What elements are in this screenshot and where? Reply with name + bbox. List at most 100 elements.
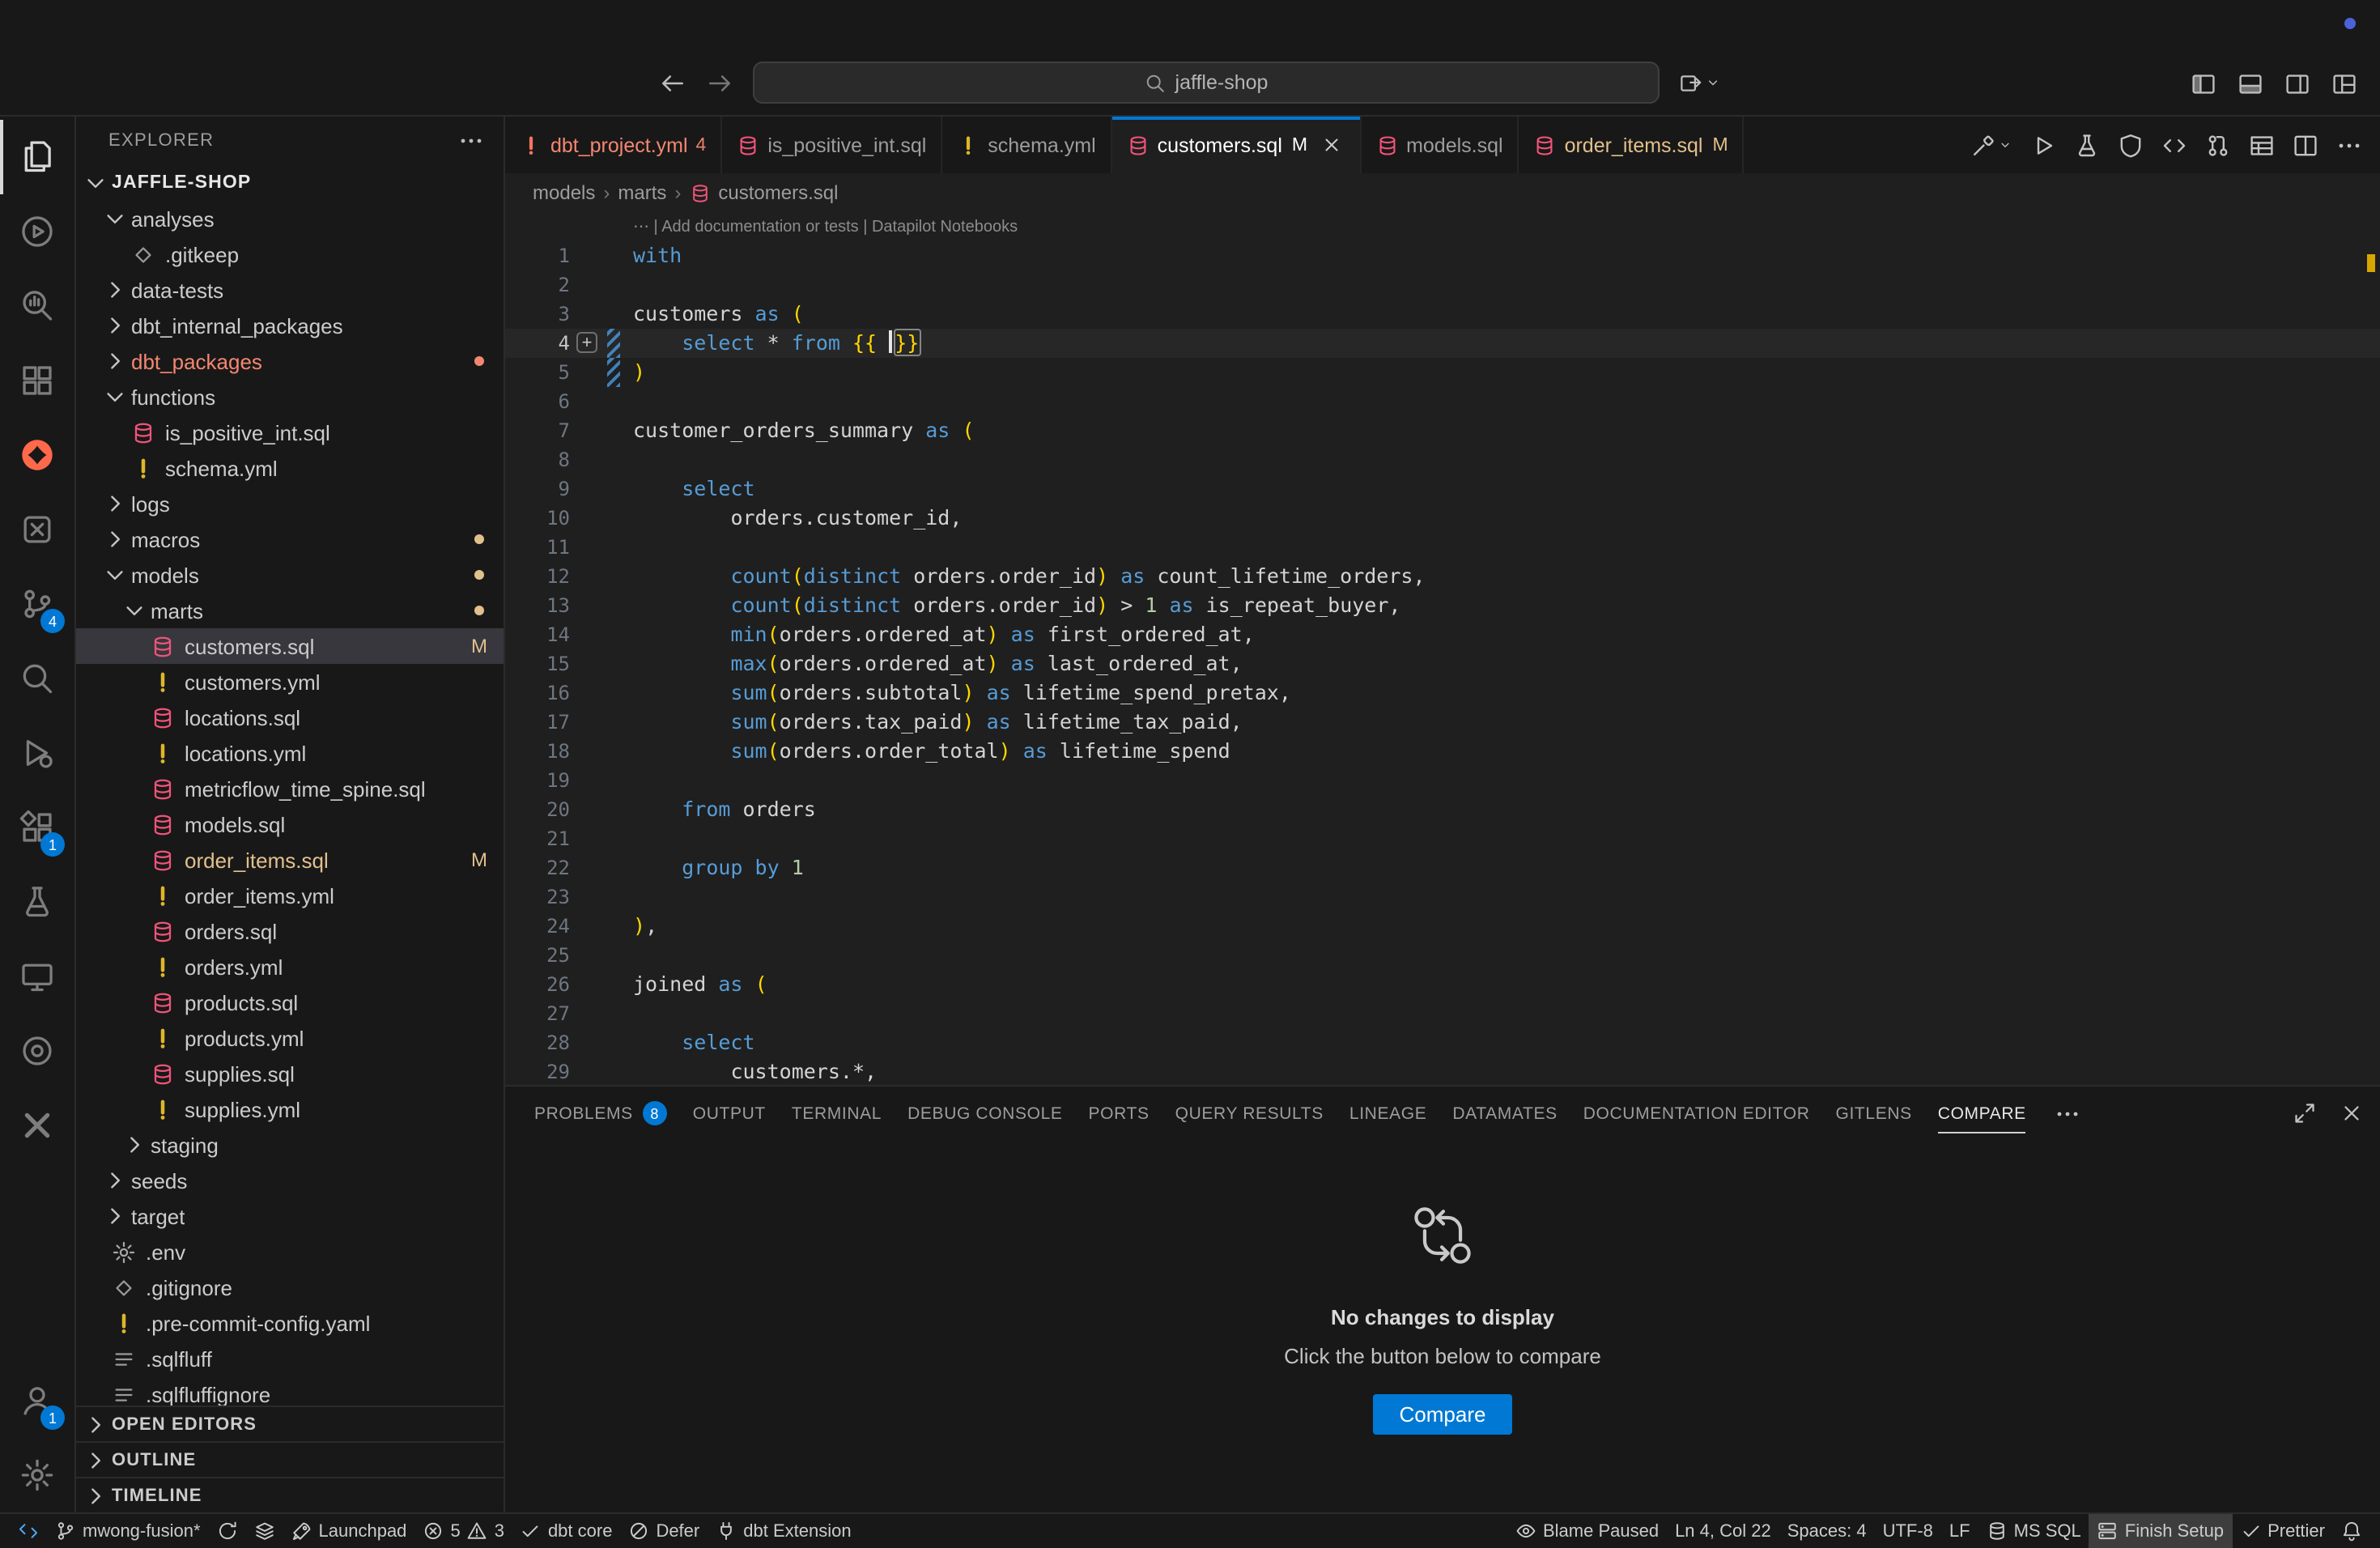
- new-window-action[interactable]: [1679, 70, 1721, 95]
- maximize-panel-icon[interactable]: [2293, 1101, 2317, 1125]
- status-blame[interactable]: Blame Paused: [1507, 1513, 1667, 1548]
- activity-remote-explorer[interactable]: [0, 939, 74, 1014]
- status-language-mode[interactable]: MS SQL: [1978, 1513, 2089, 1548]
- code-line-19[interactable]: 19: [505, 766, 2380, 795]
- tab-order-items-sql[interactable]: order_items.sqlM: [1519, 117, 1745, 173]
- code-line-7[interactable]: 7customer_orders_summary as (: [505, 416, 2380, 445]
- more-editor-actions[interactable]: [2336, 132, 2362, 158]
- tree-item-logs[interactable]: logs: [76, 486, 504, 521]
- compare-button[interactable]: Compare: [1374, 1394, 1512, 1435]
- tree-item-data-tests[interactable]: data-tests: [76, 272, 504, 308]
- status-dbt-extension[interactable]: dbt Extension: [708, 1513, 859, 1548]
- status-finish-setup[interactable]: Finish Setup: [2089, 1513, 2232, 1548]
- panel-tab-problems[interactable]: PROBLEMS8: [521, 1087, 680, 1140]
- breadcrumb-item-marts[interactable]: marts: [618, 181, 666, 204]
- status-cursor-position[interactable]: Ln 4, Col 22: [1667, 1513, 1779, 1548]
- activity-ring[interactable]: [0, 1014, 74, 1088]
- code-line-21[interactable]: 21: [505, 824, 2380, 853]
- panel-tab-lineage[interactable]: LINEAGE: [1337, 1087, 1439, 1140]
- tree-item-sqlfluff[interactable]: .sqlfluff: [76, 1341, 504, 1376]
- tree-item-staging[interactable]: staging: [76, 1127, 504, 1163]
- tree-item-seeds[interactable]: seeds: [76, 1163, 504, 1198]
- tree-item-products-sql[interactable]: products.sql: [76, 985, 504, 1020]
- close-panel-icon[interactable]: [2340, 1101, 2364, 1125]
- compile-action[interactable]: [2161, 132, 2187, 158]
- activity-blocks[interactable]: [0, 343, 74, 418]
- breadcrumb-item-models[interactable]: models: [533, 181, 595, 204]
- code-line-13[interactable]: 13 count(distinct orders.order_id) > 1 a…: [505, 591, 2380, 620]
- activity-run-debug[interactable]: [0, 716, 74, 790]
- toggle-panel-icon[interactable]: [2238, 71, 2263, 97]
- tree-item-is-positive-int-sql[interactable]: is_positive_int.sql: [76, 415, 504, 450]
- tree-item-models[interactable]: models: [76, 557, 504, 593]
- status-launchpad[interactable]: Launchpad: [283, 1513, 415, 1548]
- status-eol[interactable]: LF: [1941, 1513, 1978, 1548]
- code-line-22[interactable]: 22 group by 1: [505, 853, 2380, 882]
- tree-item-metricflow-time-spine-sql[interactable]: metricflow_time_spine.sql: [76, 771, 504, 806]
- code-line-1[interactable]: 1with: [505, 241, 2380, 270]
- nav-back-icon[interactable]: [659, 69, 686, 96]
- code-line-29[interactable]: 29 customers.*,: [505, 1057, 2380, 1085]
- activity-puzzle[interactable]: [0, 492, 74, 567]
- activity-dbt[interactable]: [0, 418, 74, 492]
- status-dbt-core[interactable]: dbt core: [512, 1513, 621, 1548]
- preview-table-action[interactable]: [2249, 132, 2275, 158]
- sidebar-section-outline[interactable]: OUTLINE: [76, 1441, 504, 1477]
- tree-item-dbt-internal-packages[interactable]: dbt_internal_packages: [76, 308, 504, 343]
- panel-tab-debug-console[interactable]: DEBUG CONSOLE: [895, 1087, 1075, 1140]
- tab-schema-yml[interactable]: schema.yml: [942, 117, 1111, 173]
- code-line-4[interactable]: 4+ select * from {{ }}: [505, 329, 2380, 358]
- code-line-2[interactable]: 2: [505, 270, 2380, 300]
- code-line-26[interactable]: 26joined as (: [505, 970, 2380, 999]
- code-line-18[interactable]: 18 sum(orders.order_total) as lifetime_s…: [505, 737, 2380, 766]
- tree-item-env[interactable]: .env: [76, 1234, 504, 1269]
- tab-models-sql[interactable]: models.sql: [1361, 117, 1519, 173]
- panel-tab-compare[interactable]: COMPARE: [1925, 1087, 2039, 1140]
- code-editor[interactable]: ⋯ | Add documentation or tests | Datapil…: [505, 212, 2380, 1085]
- code-line-20[interactable]: 20 from orders: [505, 795, 2380, 824]
- tree-item-sqlfluffignore[interactable]: .sqlfluffignore: [76, 1376, 504, 1406]
- tree-item-dbt-packages[interactable]: dbt_packages: [76, 343, 504, 379]
- status-sync[interactable]: [209, 1513, 246, 1548]
- nav-forward-icon[interactable]: [706, 69, 733, 96]
- activity-explorer[interactable]: [0, 120, 74, 194]
- activity-source-control[interactable]: 4: [0, 567, 74, 641]
- tree-item-customers-sql[interactable]: customers.sqlM: [76, 628, 504, 664]
- panel-more-tabs-icon[interactable]: [2055, 1100, 2081, 1126]
- panel-tab-query-results[interactable]: QUERY RESULTS: [1162, 1087, 1337, 1140]
- panel-tab-datamates[interactable]: DATAMATES: [1439, 1087, 1570, 1140]
- code-line-11[interactable]: 11: [505, 533, 2380, 562]
- activity-testing[interactable]: [0, 865, 74, 939]
- test-action[interactable]: [2074, 132, 2100, 158]
- tree-item-supplies-sql[interactable]: supplies.sql: [76, 1056, 504, 1091]
- status-defer[interactable]: Defer: [620, 1513, 708, 1548]
- run-file-action[interactable]: [2030, 132, 2056, 158]
- code-line-12[interactable]: 12 count(distinct orders.order_id) as co…: [505, 562, 2380, 591]
- breadcrumb-item-customers-sql[interactable]: customers.sql: [718, 181, 838, 204]
- status-prettier[interactable]: Prettier: [2232, 1513, 2333, 1548]
- status-notifications[interactable]: [2333, 1513, 2370, 1548]
- tree-item-order-items-yml[interactable]: order_items.yml: [76, 878, 504, 913]
- code-line-10[interactable]: 10 orders.customer_id,: [505, 504, 2380, 533]
- status-problems[interactable]: 53: [414, 1513, 512, 1548]
- status-dbt-projects[interactable]: [246, 1513, 283, 1548]
- code-line-6[interactable]: 6: [505, 387, 2380, 416]
- status-encoding[interactable]: UTF-8: [1875, 1513, 1941, 1548]
- tree-item-orders-sql[interactable]: orders.sql: [76, 913, 504, 949]
- tree-item-products-yml[interactable]: products.yml: [76, 1020, 504, 1056]
- tree-item-jaffle-shop[interactable]: JAFFLE-SHOP: [76, 165, 504, 201]
- code-line-9[interactable]: 9 select: [505, 474, 2380, 504]
- activity-x[interactable]: [0, 1088, 74, 1163]
- status-indentation[interactable]: Spaces: 4: [1779, 1513, 1875, 1548]
- tree-item-locations-yml[interactable]: locations.yml: [76, 735, 504, 771]
- activity-query-search[interactable]: [0, 269, 74, 343]
- lint-action[interactable]: [2118, 132, 2144, 158]
- status-git-branch[interactable]: mwong-fusion*: [47, 1513, 209, 1548]
- sidebar-section-open-editors[interactable]: OPEN EDITORS: [76, 1406, 504, 1441]
- tab-dbt-project-yml[interactable]: dbt_project.yml4: [505, 117, 722, 173]
- toggle-secondary-sidebar-icon[interactable]: [2284, 71, 2310, 97]
- code-line-14[interactable]: 14 min(orders.ordered_at) as first_order…: [505, 620, 2380, 649]
- tree-item-target[interactable]: target: [76, 1198, 504, 1234]
- tree-item-locations-sql[interactable]: locations.sql: [76, 700, 504, 735]
- code-line-5[interactable]: 5): [505, 358, 2380, 387]
